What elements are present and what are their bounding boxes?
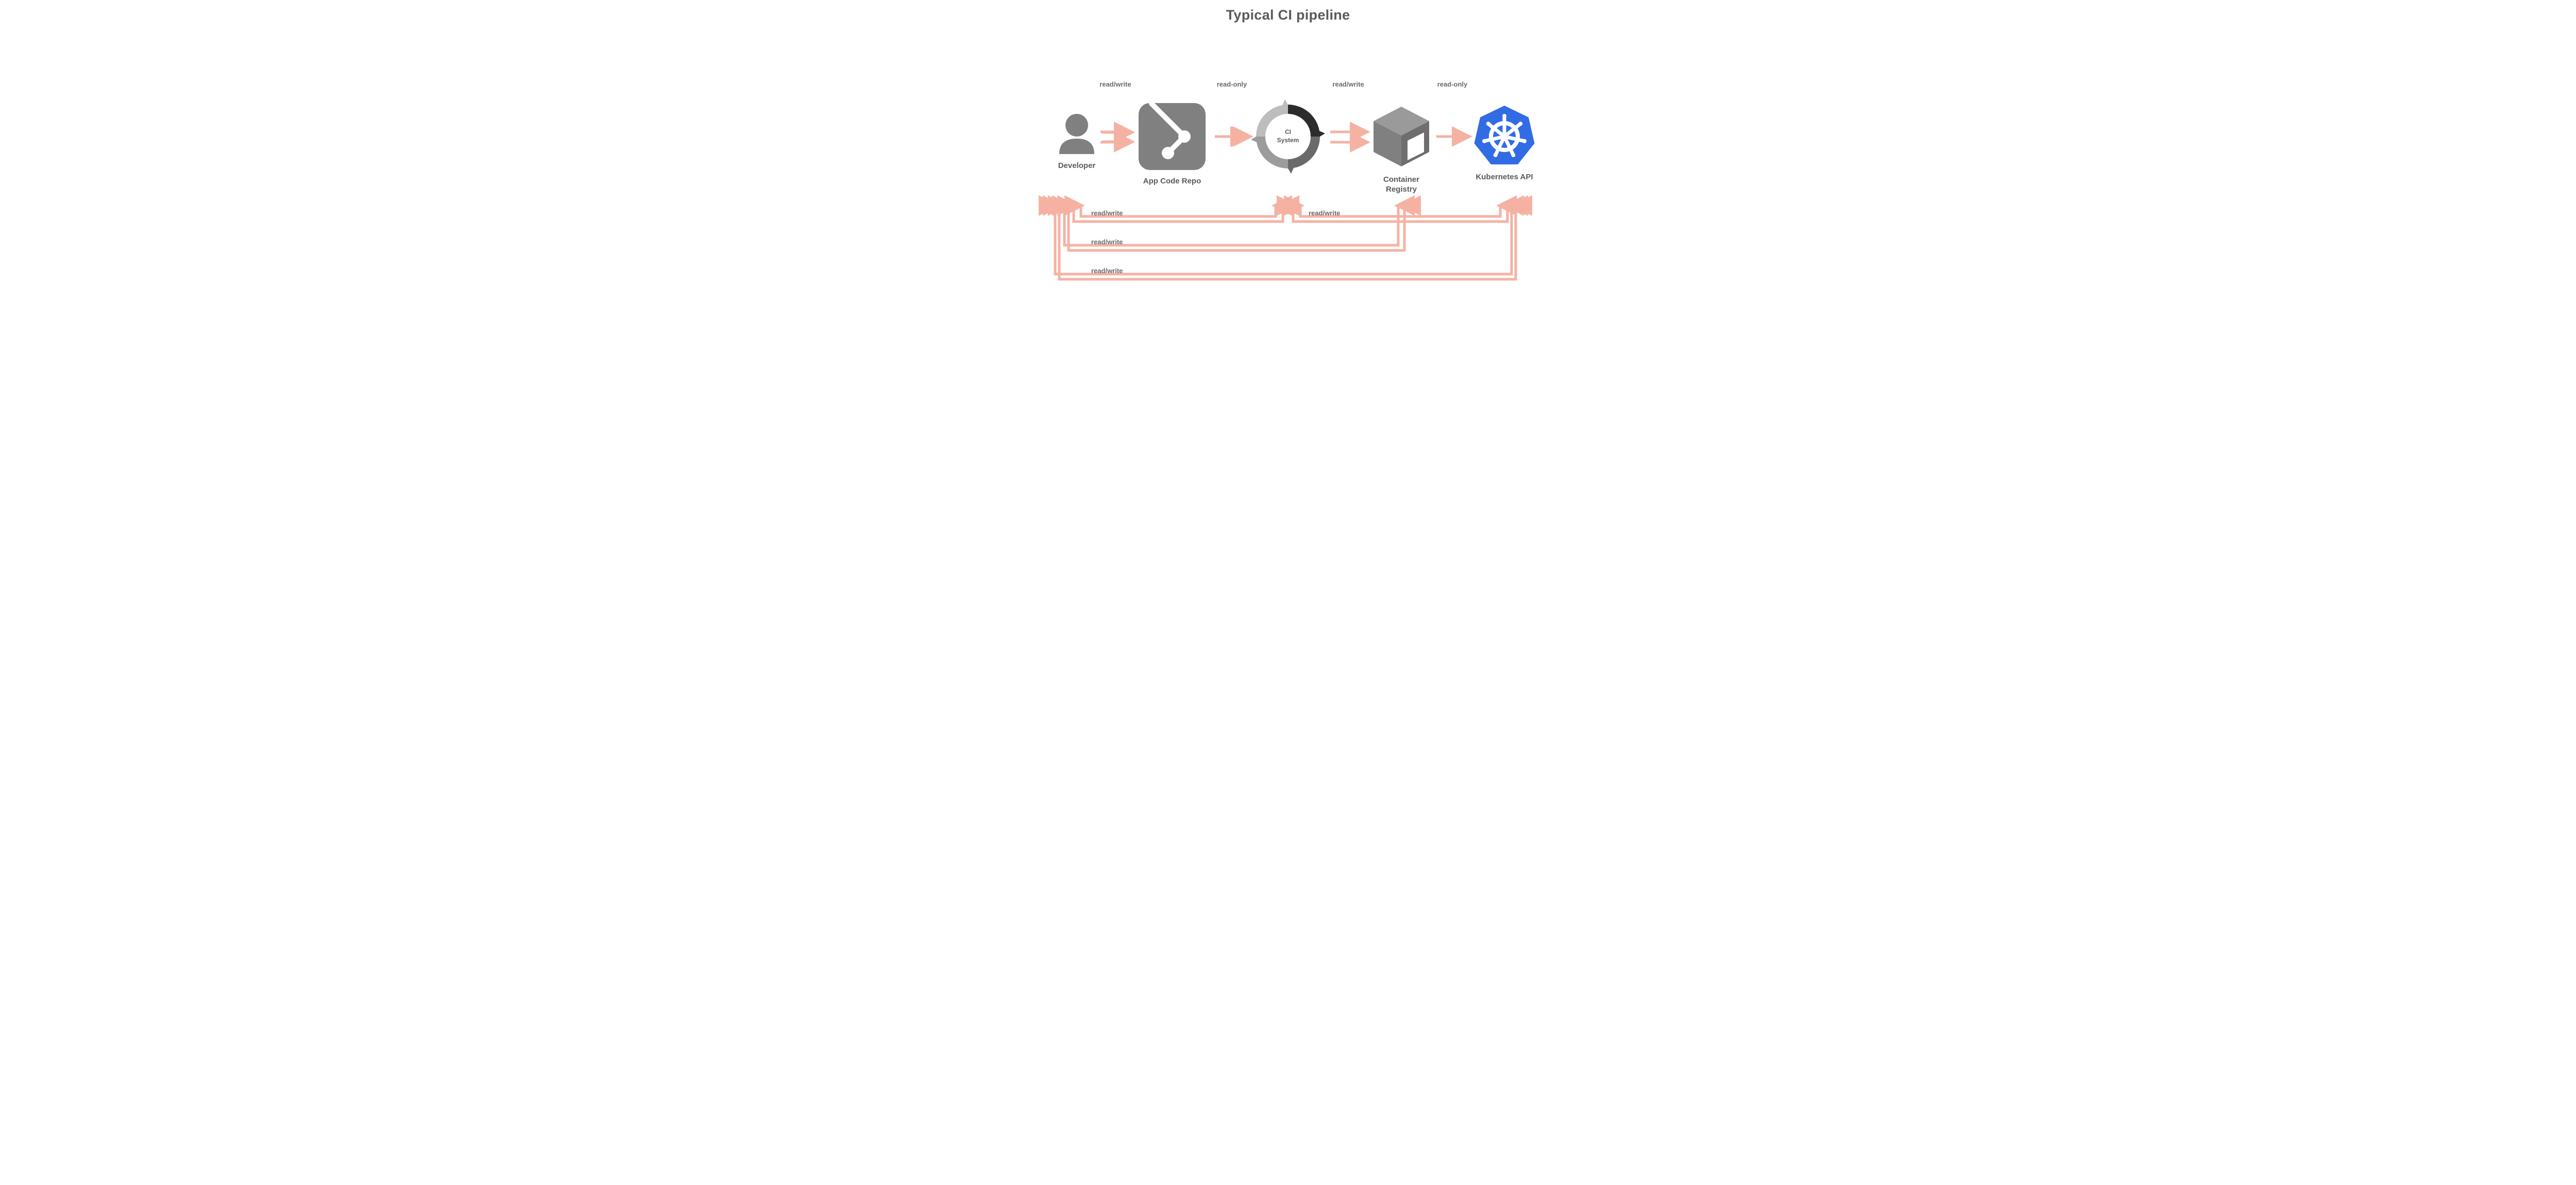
k8s-icon <box>1475 106 1535 164</box>
label-dev-registry: read/write <box>1091 238 1123 246</box>
diagram-canvas: Developer App Code Repo <box>886 0 1690 326</box>
registry-icon <box>1374 107 1429 166</box>
developer-label: Developer <box>1058 161 1096 170</box>
edge-label-dev-repo: read/write <box>1099 80 1131 88</box>
ci-label-1: CI <box>1285 128 1291 136</box>
label-ci-k8s: read/write <box>1309 209 1340 217</box>
repo-label: App Code Repo <box>1143 177 1201 185</box>
edge-label-ci-registry: read/write <box>1332 80 1364 88</box>
edge-label-registry-k8s: read-only <box>1437 80 1468 88</box>
repo-icon <box>1139 103 1206 170</box>
k8s-label: Kubernetes API <box>1476 173 1533 181</box>
registry-label-2: Registry <box>1386 185 1417 194</box>
ci-label-2: System <box>1277 137 1299 144</box>
label-dev-k8s: read/write <box>1091 267 1123 275</box>
edge-label-repo-ci: read-only <box>1217 80 1247 88</box>
developer-icon <box>1059 114 1094 154</box>
label-dev-ci: read/write <box>1091 209 1123 217</box>
registry-label-1: Container <box>1383 175 1419 184</box>
